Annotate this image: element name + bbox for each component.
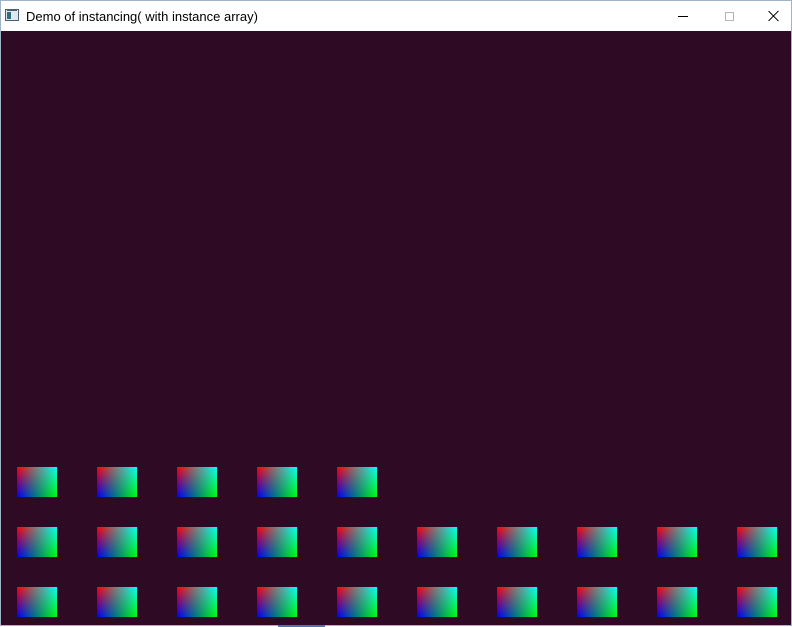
instance-quad: [337, 467, 377, 497]
maximize-icon: [724, 11, 734, 21]
minimize-icon: [678, 15, 688, 17]
instance-quad: [257, 587, 297, 617]
instance-quad: [177, 527, 217, 557]
app-window: Demo of instancing( with instance array): [0, 0, 792, 627]
instance-quad: [337, 587, 377, 617]
title-bar[interactable]: Demo of instancing( with instance array): [1, 1, 791, 31]
app-window-icon[interactable]: [5, 9, 19, 21]
maximize-button[interactable]: [706, 1, 752, 31]
instance-quad: [97, 587, 137, 617]
instance-quad: [737, 527, 777, 557]
instance-quad: [97, 467, 137, 497]
instance-quad: [417, 587, 457, 617]
instance-quad: [177, 587, 217, 617]
minimize-button[interactable]: [660, 1, 706, 31]
close-icon: [768, 10, 780, 22]
instance-quad: [497, 587, 537, 617]
instance-quad: [17, 587, 57, 617]
render-viewport[interactable]: [1, 31, 791, 625]
instance-quad: [337, 527, 377, 557]
close-button[interactable]: [751, 1, 792, 31]
instance-quad: [17, 527, 57, 557]
instance-quad: [417, 527, 457, 557]
instance-quad: [737, 587, 777, 617]
instance-quad: [177, 467, 217, 497]
instance-quad: [97, 527, 137, 557]
instance-quad: [17, 467, 57, 497]
scene-canvas: [1, 31, 791, 625]
instance-quad: [257, 467, 297, 497]
instance-quad: [577, 587, 617, 617]
instance-quad: [657, 587, 697, 617]
instance-quad: [257, 527, 297, 557]
instance-quad: [497, 527, 537, 557]
window-title: Demo of instancing( with instance array): [26, 9, 258, 24]
instance-quad: [657, 527, 697, 557]
instance-quad: [577, 527, 617, 557]
